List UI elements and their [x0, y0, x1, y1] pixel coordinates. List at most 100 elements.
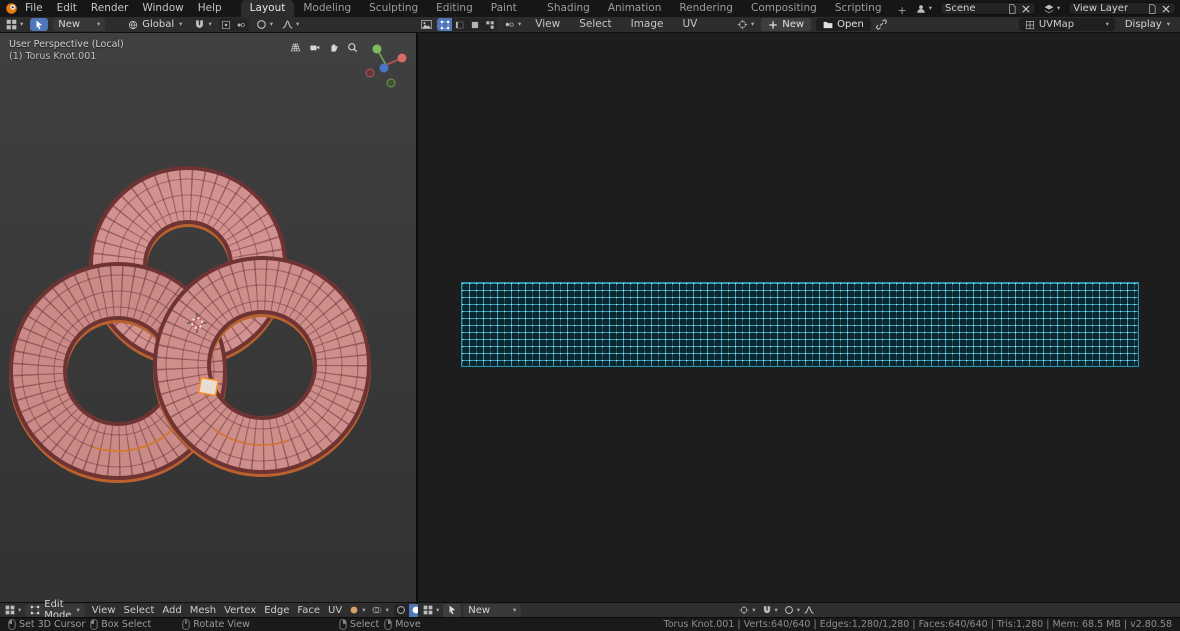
- uv-menu-view[interactable]: View: [528, 16, 567, 33]
- proportional-editing-dropdown[interactable]: ▾: [254, 19, 275, 30]
- link-icon[interactable]: [876, 19, 887, 30]
- wireframe-shading-button[interactable]: [394, 604, 409, 617]
- menu-file[interactable]: File: [18, 0, 50, 17]
- add-workspace-button[interactable]: +: [891, 4, 914, 17]
- view-layer-browse-button[interactable]: ▾: [1042, 4, 1062, 14]
- falloff-icon: [282, 19, 293, 30]
- view-layer-selector[interactable]: View Layer: [1068, 2, 1177, 15]
- uv-select-face-button[interactable]: [467, 18, 482, 31]
- face-select-icon: [470, 20, 480, 30]
- uv-proportional-dropdown[interactable]: ▾: [782, 605, 802, 615]
- uv-select-edge-button[interactable]: [452, 18, 467, 31]
- vp-menu-mesh[interactable]: Mesh: [187, 605, 219, 616]
- uv-menu-uv[interactable]: UV: [675, 16, 704, 33]
- chevron-down-icon: ▾: [208, 20, 212, 29]
- uv-select-island-button[interactable]: [482, 18, 497, 31]
- uv-editor[interactable]: [418, 33, 1180, 602]
- viewport-3d-header: ▾ Edit Mode ▾ View Select Add Mesh Verte…: [0, 599, 416, 621]
- new-image-label: New: [782, 19, 805, 30]
- uv-menu-select[interactable]: Select: [572, 16, 618, 33]
- perspective-toggle-button[interactable]: [287, 39, 304, 56]
- chevron-down-icon: ▾: [1057, 4, 1061, 13]
- mode-dropdown[interactable]: Edit Mode ▾: [25, 599, 85, 621]
- navigation-gizmo[interactable]: [360, 39, 412, 91]
- uv-select-vertex-button[interactable]: [437, 18, 452, 31]
- overlays-icon: [372, 605, 382, 615]
- tab-uv-editing[interactable]: UV Editing: [427, 0, 482, 17]
- image-buttons: ▾ New Open: [735, 17, 887, 32]
- uv-unwrap-strip[interactable]: [461, 282, 1139, 367]
- open-image-button[interactable]: Open: [816, 18, 871, 31]
- vp-menu-face[interactable]: Face: [294, 605, 323, 616]
- hint-rotate-view-label: Rotate View: [193, 619, 250, 630]
- torus-knot-mesh[interactable]: [0, 33, 416, 602]
- tab-rendering[interactable]: Rendering: [670, 0, 742, 17]
- menu-help[interactable]: Help: [191, 0, 229, 17]
- vp-menu-vertex[interactable]: Vertex: [221, 605, 259, 616]
- tab-sculpting[interactable]: Sculpting: [360, 0, 427, 17]
- editor-type-3d-button[interactable]: ▾: [3, 605, 23, 615]
- new-view-layer-icon[interactable]: [1147, 4, 1157, 14]
- snap-target-button[interactable]: [219, 18, 234, 31]
- uv-editor-bottom-header: ▾ New ▾ ▾ ▾ ▾: [418, 602, 1180, 617]
- tab-modeling[interactable]: Modeling: [294, 0, 360, 17]
- delete-scene-icon[interactable]: [1021, 4, 1031, 14]
- scene-browse-button[interactable]: ▾: [914, 4, 934, 14]
- globe-icon: [128, 20, 138, 30]
- chevron-down-icon: ▾: [20, 20, 24, 29]
- editor-type-button[interactable]: ▾: [4, 19, 25, 30]
- vp-menu-add[interactable]: Add: [159, 605, 184, 616]
- uv-pivot-dropdown[interactable]: ▾: [737, 605, 757, 615]
- area-splitter[interactable]: [416, 33, 418, 617]
- menu-render[interactable]: Render: [84, 0, 135, 17]
- uv-active-tool-button[interactable]: [443, 603, 462, 617]
- display-label: Display: [1124, 19, 1162, 30]
- vp-menu-uv[interactable]: UV: [325, 605, 345, 616]
- chevron-down-icon: ▾: [179, 20, 183, 29]
- sticky-selection-dropdown[interactable]: ▾: [502, 19, 523, 30]
- image-pivot-dropdown[interactable]: ▾: [735, 19, 756, 30]
- tab-animation[interactable]: Animation: [599, 0, 671, 17]
- sticky-icon: [504, 19, 515, 30]
- menu-edit[interactable]: Edit: [50, 0, 84, 17]
- viewport-view-label: User Perspective (Local): [9, 39, 124, 50]
- menu-window[interactable]: Window: [135, 0, 190, 17]
- uvmap-selector[interactable]: UVMap ▾: [1018, 18, 1115, 31]
- vp-menu-edge[interactable]: Edge: [261, 605, 292, 616]
- tab-scripting[interactable]: Scripting: [826, 0, 891, 17]
- scene-selector[interactable]: Scene: [940, 2, 1036, 15]
- chevron-down-icon: ▾: [18, 605, 22, 614]
- delete-view-layer-icon[interactable]: [1161, 4, 1171, 14]
- editor-type-uv-button[interactable]: ▾: [421, 605, 441, 615]
- pan-view-button[interactable]: [325, 39, 342, 56]
- vp-menu-view[interactable]: View: [89, 605, 119, 616]
- new-image-button[interactable]: New: [761, 18, 812, 31]
- tab-compositing[interactable]: Compositing: [742, 0, 826, 17]
- proportional-toggle-button[interactable]: [234, 18, 249, 31]
- active-tool-button[interactable]: [30, 18, 49, 31]
- viewport-3d[interactable]: User Perspective (Local) (1) Torus Knot.…: [0, 33, 416, 602]
- shading-dropdown[interactable]: ▾: [347, 605, 367, 615]
- uv-snapping-dropdown[interactable]: ▾: [760, 605, 780, 615]
- image-editor-icon[interactable]: [421, 19, 432, 30]
- vp-menu-select[interactable]: Select: [121, 605, 158, 616]
- overlays-dropdown[interactable]: ▾: [370, 605, 390, 615]
- tab-layout[interactable]: Layout: [240, 0, 295, 17]
- orientation-dropdown[interactable]: Global ▾: [123, 18, 187, 31]
- image-datablock-selector[interactable]: New ▾: [463, 603, 522, 617]
- falloff-icon[interactable]: [804, 605, 814, 615]
- falloff-dropdown[interactable]: ▾: [280, 19, 301, 30]
- tab-shading[interactable]: Shading: [538, 0, 599, 17]
- tab-texture-paint[interactable]: Texture Paint: [482, 0, 538, 17]
- tool-preset-dropdown[interactable]: New ▾: [53, 18, 106, 31]
- edit-mode-icon: [30, 605, 40, 615]
- snapping-dropdown[interactable]: ▾: [192, 19, 213, 30]
- uvmap-grid-icon: [1025, 20, 1035, 30]
- display-panel-toggle[interactable]: Display ▾: [1120, 18, 1175, 31]
- chevron-down-icon: ▾: [774, 605, 778, 614]
- new-scene-icon[interactable]: [1007, 4, 1017, 14]
- zoom-view-button[interactable]: [344, 39, 361, 56]
- uv-menu-image[interactable]: Image: [624, 16, 671, 33]
- chevron-down-icon: ▾: [513, 605, 517, 614]
- camera-view-button[interactable]: [306, 39, 323, 56]
